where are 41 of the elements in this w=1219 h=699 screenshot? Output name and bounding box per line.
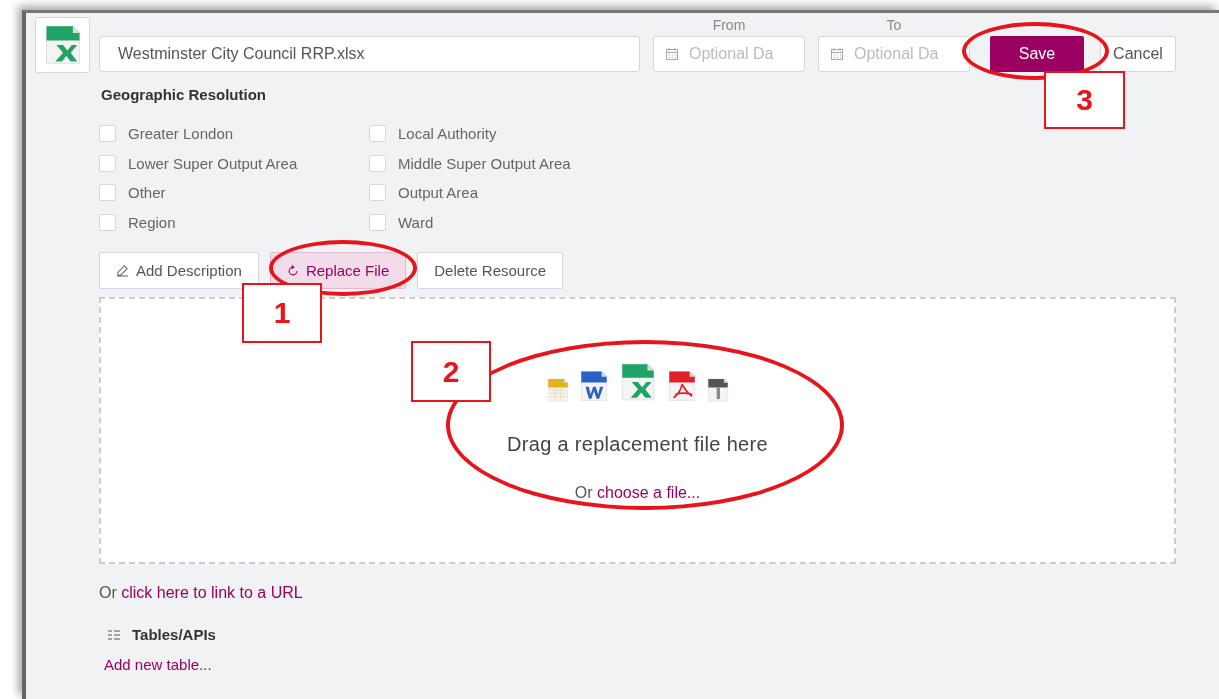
checkbox-label: Output Area	[398, 184, 479, 202]
checkbox-label: Lower Super Output Area	[128, 154, 298, 172]
checkbox[interactable]	[369, 154, 386, 172]
cancel-button[interactable]: Cancel	[1100, 36, 1176, 72]
checkbox[interactable]	[369, 213, 386, 231]
checkbox[interactable]	[99, 213, 116, 231]
action-button[interactable]: Replace File	[269, 252, 407, 289]
section-heading: Tables/APIs	[132, 626, 216, 643]
checkbox-label: Other	[128, 184, 166, 202]
pencil-icon	[116, 264, 129, 277]
checkbox[interactable]	[99, 154, 116, 172]
checkbox-label: Local Authority	[398, 125, 497, 143]
refresh-icon	[286, 264, 299, 277]
file-name-field[interactable]: Westminster City Council RRP.xlsx	[99, 36, 640, 72]
date-field[interactable]: Optional Da	[818, 36, 970, 72]
step-number: 2	[411, 341, 491, 402]
step-number: 3	[1044, 71, 1125, 129]
checkbox[interactable]	[369, 125, 386, 143]
add-table-link[interactable]: Add new table...	[104, 656, 212, 673]
choose-file-link[interactable]: choose a file...	[597, 484, 701, 501]
url-link[interactable]: click here to link to a URL	[121, 584, 303, 601]
checkbox[interactable]	[369, 184, 386, 202]
save-button[interactable]: Save	[990, 36, 1084, 72]
action-button[interactable]: Delete Resource	[417, 252, 563, 289]
list-icon	[108, 629, 120, 640]
date-label: To	[886, 17, 902, 33]
date-label: From	[712, 17, 746, 33]
checkbox-label: Ward	[398, 213, 434, 231]
or-text: Or	[574, 484, 593, 501]
checkbox[interactable]	[99, 125, 116, 143]
checkbox-label: Region	[128, 213, 176, 231]
checkbox-label: Middle Super Output Area	[398, 154, 571, 172]
date-field[interactable]: Optional Da	[653, 36, 805, 72]
step-number: 1	[242, 283, 322, 343]
or-text: Or	[99, 584, 117, 601]
section-heading: Geographic Resolution	[101, 86, 266, 103]
drop-zone-title: Drag a replacement file here	[507, 433, 768, 456]
spreadsheet-file-icon	[35, 17, 90, 73]
checkbox-label: Greater London	[128, 125, 234, 143]
checkbox[interactable]	[99, 184, 116, 202]
action-button[interactable]: Add Description	[99, 252, 259, 289]
